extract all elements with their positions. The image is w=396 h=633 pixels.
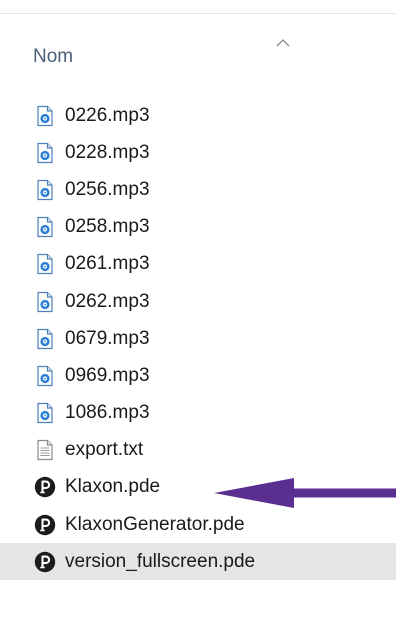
name-column-header[interactable]: Nom — [0, 14, 396, 90]
file-name: 0256.mp3 — [65, 178, 150, 200]
file-row[interactable]: 0228.mp3 — [0, 134, 396, 171]
file-row[interactable]: 0258.mp3 — [0, 209, 396, 246]
processing-file-icon — [34, 550, 56, 574]
audio-file-icon — [34, 104, 56, 128]
file-row[interactable]: 0256.mp3 — [0, 171, 396, 208]
file-name: export.txt — [65, 439, 144, 461]
file-name: 0679.mp3 — [65, 327, 150, 349]
file-name: 1086.mp3 — [65, 402, 150, 424]
audio-file-icon — [34, 327, 56, 351]
processing-file-icon — [34, 513, 56, 537]
file-name: 0226.mp3 — [65, 104, 150, 126]
file-row[interactable]: 0261.mp3 — [0, 246, 396, 283]
file-row[interactable]: 0262.mp3 — [0, 283, 396, 320]
annotation-arrow-shaft — [292, 488, 396, 498]
audio-file-icon — [34, 401, 56, 425]
file-row[interactable]: 0226.mp3 — [0, 97, 396, 134]
file-name: 0969.mp3 — [65, 364, 150, 386]
processing-file-icon — [34, 475, 56, 499]
text-file-icon — [34, 438, 56, 462]
file-row[interactable]: KlaxonGenerator.pde — [0, 506, 396, 543]
file-name: 0258.mp3 — [65, 216, 150, 238]
column-header-label: Nom — [33, 46, 74, 67]
audio-file-icon — [34, 178, 56, 202]
file-row[interactable]: 1086.mp3 — [0, 395, 396, 432]
annotation-arrow — [214, 478, 396, 508]
file-name: version_fullscreen.pde — [65, 550, 256, 572]
file-row[interactable]: 0969.mp3 — [0, 357, 396, 394]
file-name: 0228.mp3 — [65, 141, 150, 163]
audio-file-icon — [34, 252, 56, 276]
audio-file-icon — [34, 141, 56, 165]
annotation-arrow-head — [214, 478, 294, 508]
file-name: KlaxonGenerator.pde — [65, 513, 245, 535]
audio-file-icon — [34, 290, 56, 314]
file-name: 0261.mp3 — [65, 253, 150, 275]
file-name: 0262.mp3 — [65, 290, 150, 312]
file-name: Klaxon.pde — [65, 476, 161, 498]
file-row-selected[interactable]: version_fullscreen.pde — [0, 543, 396, 581]
chevron-up-icon — [276, 39, 290, 47]
audio-file-icon — [34, 364, 56, 388]
file-row[interactable]: 0679.mp3 — [0, 320, 396, 357]
audio-file-icon — [34, 215, 56, 239]
file-row[interactable]: export.txt — [0, 432, 396, 469]
